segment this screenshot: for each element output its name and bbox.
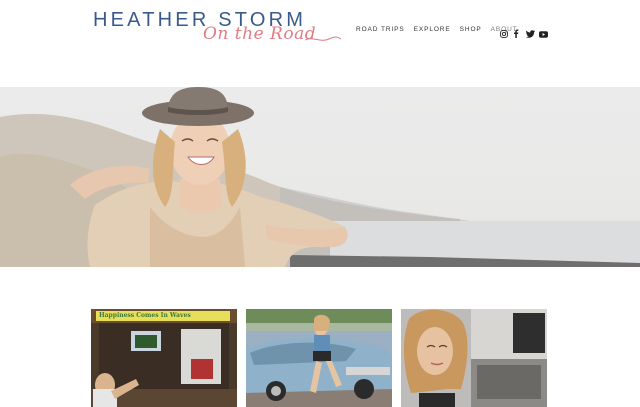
thumbnail-2[interactable] xyxy=(246,309,392,407)
social-links xyxy=(500,25,548,38)
nav-shop[interactable]: SHOP xyxy=(460,26,482,33)
nav-explore[interactable]: EXPLORE xyxy=(414,26,451,33)
thumbnail-1-image xyxy=(91,309,237,407)
featured-thumbnails: Happiness Comes In Waves xyxy=(91,309,547,407)
main-nav: ROAD TRIPS EXPLORE SHOP ABOUT xyxy=(356,26,518,33)
thumbnail-3[interactable] xyxy=(401,309,547,407)
thumbnail-1[interactable]: Happiness Comes In Waves xyxy=(91,309,237,407)
logo-subtitle: On the Road xyxy=(203,24,317,44)
hero-photo xyxy=(0,87,640,267)
logo-swash-icon xyxy=(305,36,341,41)
facebook-icon[interactable] xyxy=(513,25,521,38)
youtube-icon[interactable] xyxy=(539,25,548,38)
site-header: HEATHER STORM On the Road ROAD TRIPS EXP… xyxy=(0,0,640,60)
nav-road-trips[interactable]: ROAD TRIPS xyxy=(356,26,405,33)
site-logo[interactable]: HEATHER STORM On the Road xyxy=(93,8,341,50)
thumbnail-3-image xyxy=(401,309,547,407)
instagram-icon[interactable] xyxy=(500,25,508,38)
thumbnail-1-sign-text: Happiness Comes In Waves xyxy=(99,312,191,319)
thumbnail-2-image xyxy=(246,309,392,407)
twitter-icon[interactable] xyxy=(526,25,535,38)
hero-illustration xyxy=(0,87,640,267)
